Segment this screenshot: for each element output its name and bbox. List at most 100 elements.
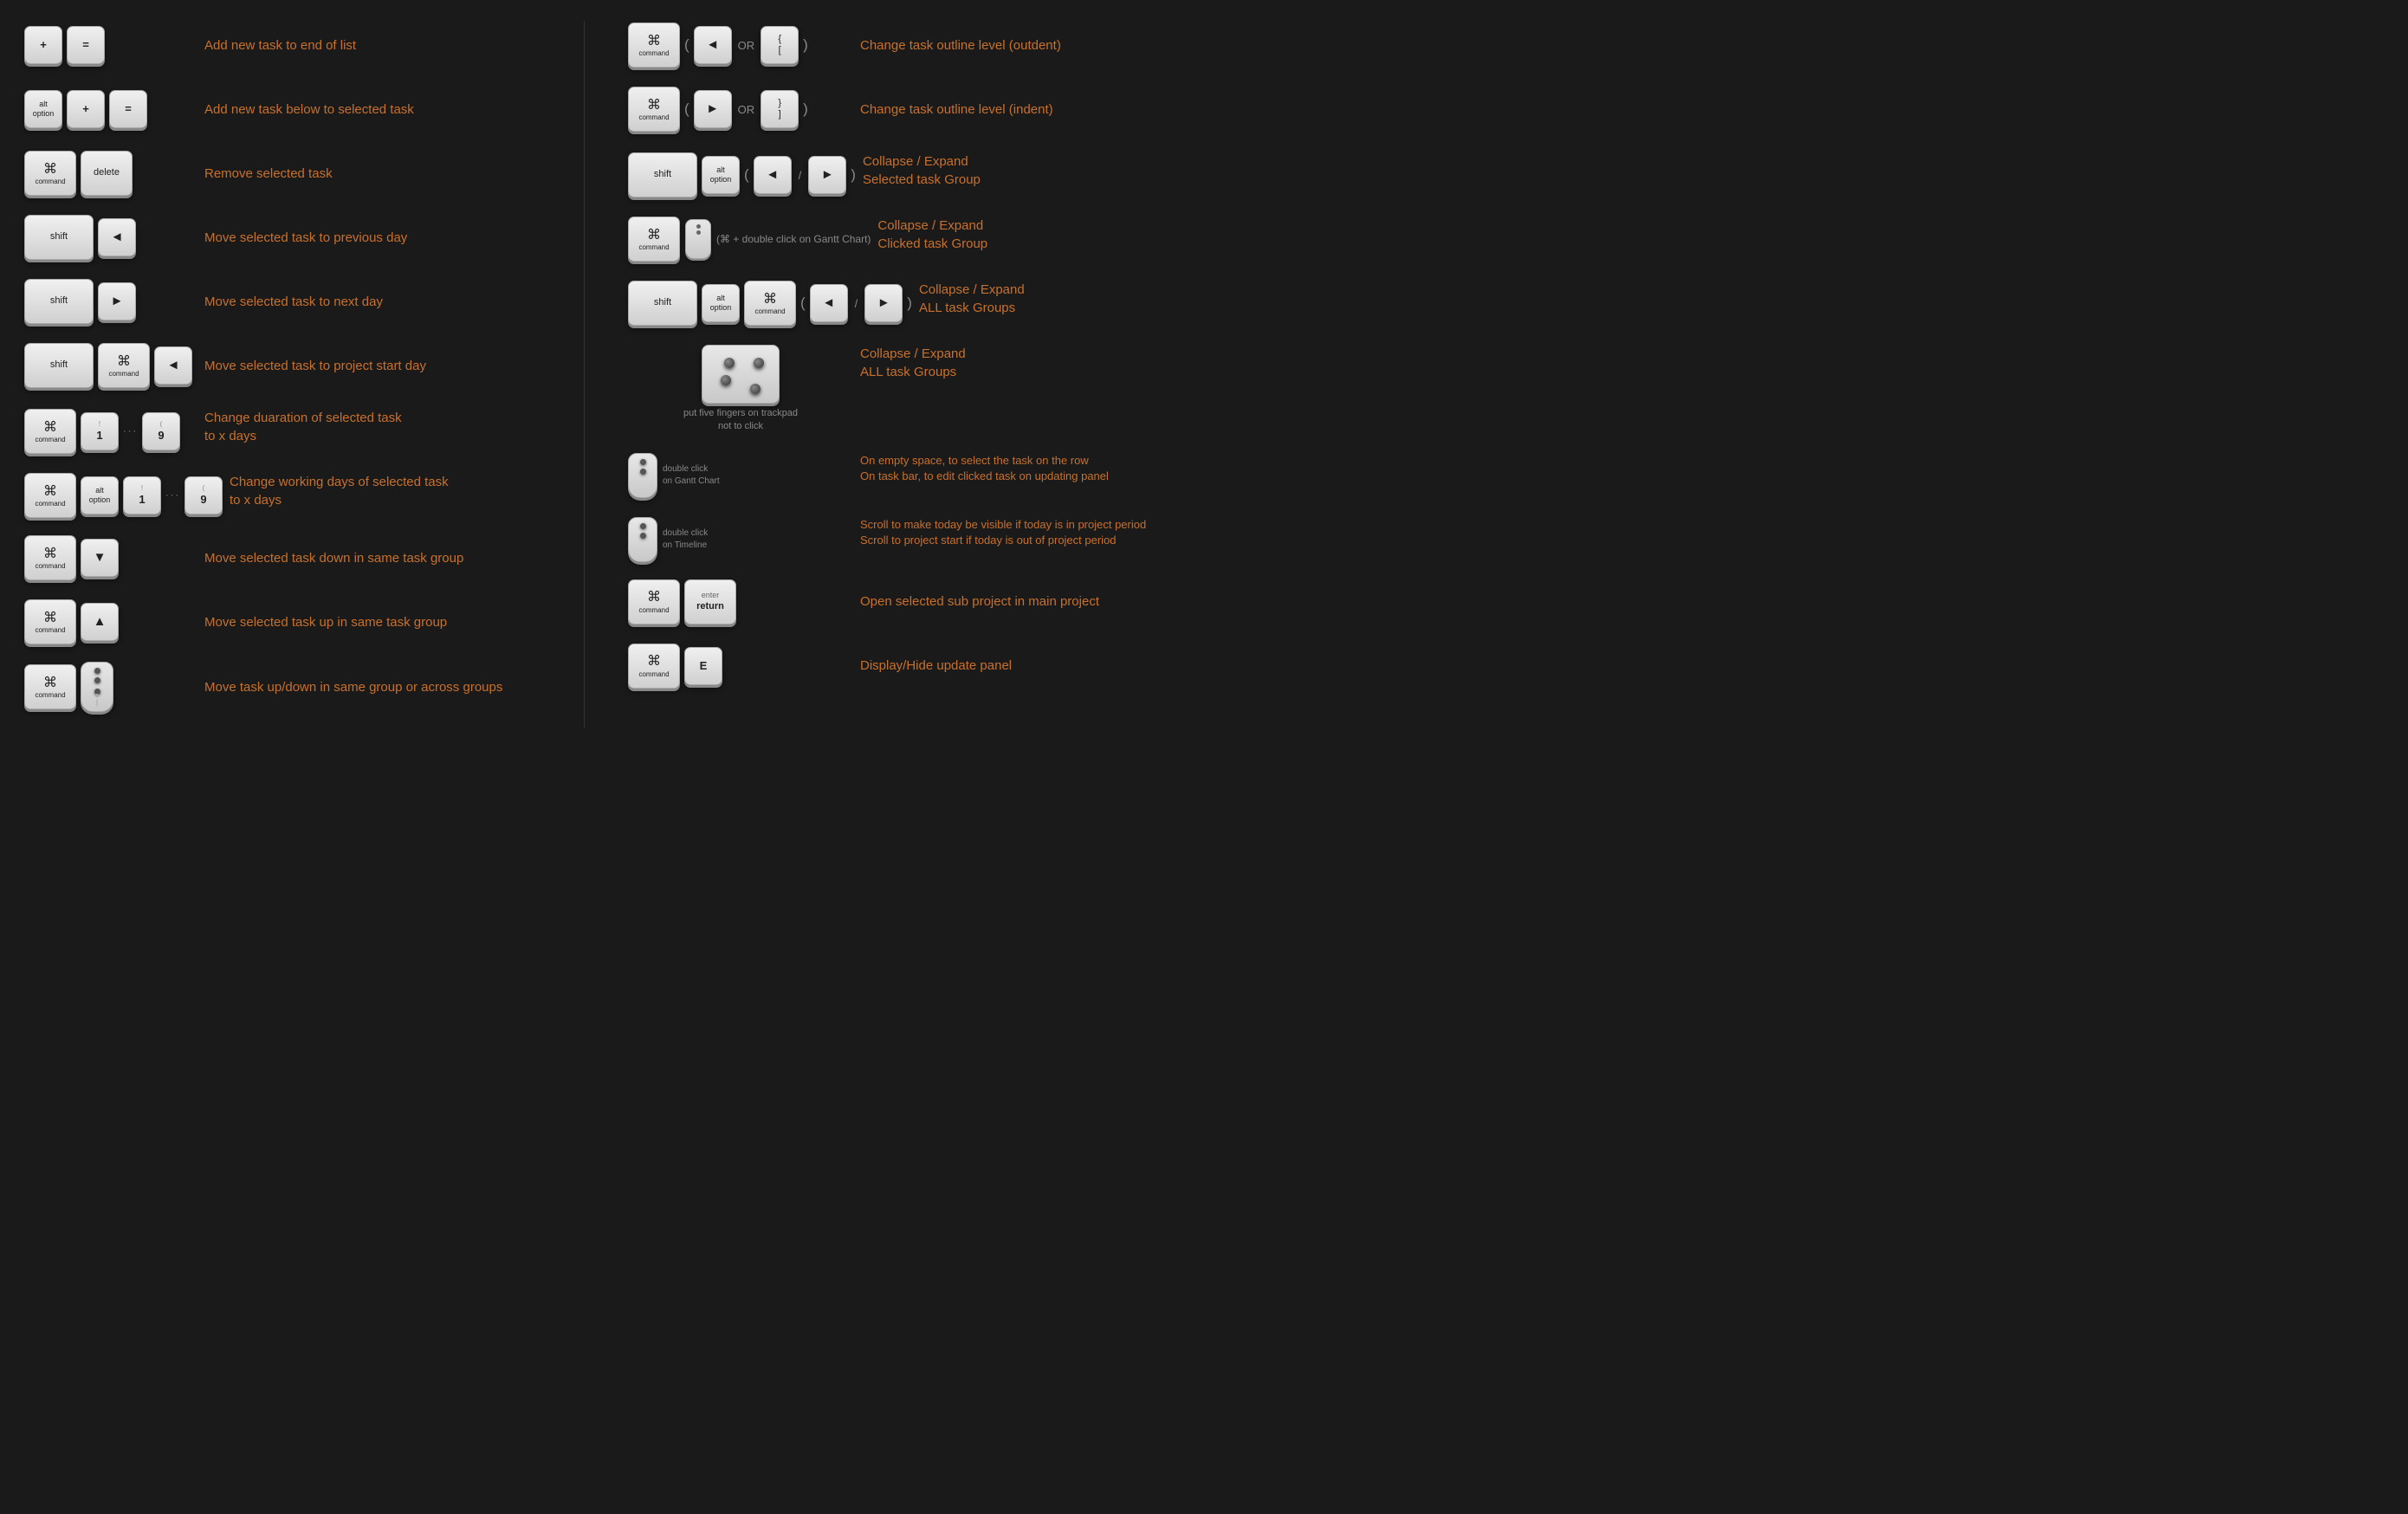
key-1-wdays: ! 1 [123,476,161,514]
key-1-dur: ! 1 [81,412,119,450]
keys-collapse-all: shift altoption ⌘ command ( ◄ / ► ) [628,281,912,326]
key-cmd-mouse: ⌘ command [24,664,76,709]
shortcut-move-up: ⌘ command ▲ Move selected task up in sam… [24,598,575,646]
dbl-timeline-label: double clickon Timeline [663,527,708,552]
trackpad-dot-2 [754,358,764,368]
shortcut-dbl-gantt: double clickon Gantt Chart On empty spac… [628,450,1180,498]
shortcut-add-below: altoption + = Add new task below to sele… [24,85,575,133]
keys-collapse-clicked: ⌘ command (⌘ + double click on Gantt Cha… [628,217,871,262]
trackpad-label: put five fingers on trackpadnot to click [683,407,798,434]
key-shift-prev: shift [24,215,94,260]
keys-dbl-gantt: double clickon Gantt Chart [628,453,853,498]
key-arrow-left-ca: ◄ [810,284,848,322]
key-alt-ca: altoption [702,284,740,322]
trackpad-icon [702,345,780,404]
key-delete: delete [81,151,133,196]
desc-trackpad: Collapse / Expand ALL task Groups [860,345,1180,381]
keys-open-sub: ⌘ command enter return [628,579,853,624]
shortcut-open-sub: ⌘ command enter return Open selected sub… [628,578,1180,626]
mouse-dot-2 [94,677,100,683]
key-cmd-panel: ⌘ command [628,644,680,689]
shortcut-outdent: ⌘ command ( ◄ OR { [ ) Change task outli… [628,21,1180,69]
key-shift-cs: shift [628,152,697,197]
key-arrow-left-cs: ◄ [754,156,792,194]
shortcut-trackpad: put five fingers on trackpadnot to click… [628,341,1180,434]
keys-move-down: ⌘ command ▼ [24,535,197,580]
key-up-arrow: ▲ [81,603,119,641]
shortcut-collapse-clicked: ⌘ command (⌘ + double click on Gantt Cha… [628,213,1180,262]
key-alt-cs: altoption [702,156,740,194]
mouse-dot-gantt-2 [696,230,701,235]
dots-wdays: ··· [165,490,180,501]
mouse-dbl-timeline [628,517,657,562]
shortcut-working-days: ⌘ command altoption ! 1 ··· ( 9 Change w… [24,469,575,518]
or-indent: OR [738,103,755,116]
key-cmd-down: ⌘ command [24,535,76,580]
desc-prev-day: Move selected task to previous day [204,229,575,247]
key-alt-option: altoption [24,90,62,128]
desc-display-panel: Display/Hide update panel [860,657,1180,675]
key-cmd-sub: ⌘ command [628,579,680,624]
shortcut-start-day: shift ⌘ command ◄ Move selected task to … [24,341,575,390]
desc-remove: Remove selected task [204,165,575,183]
desc-collapse-clicked: Collapse / Expand Clicked task Group [877,217,1180,253]
key-arrow-right-indent: ► [694,90,732,128]
keys-collapse-selected: shift altoption ( ◄ / ► ) [628,152,856,197]
key-arrow-left-outdent: ◄ [694,26,732,64]
desc-indent: Change task outline level (indent) [860,100,1180,119]
shortcut-display-panel: ⌘ command E Display/Hide update panel [628,642,1180,690]
key-arrow-right: ► [98,282,136,320]
left-section: + = Add new task to end of list altoptio… [24,21,585,728]
shortcut-collapse-selected: shift altoption ( ◄ / ► ) Collapse / Exp… [628,149,1180,197]
trackpad-dot-3 [721,375,731,385]
keys-dbl-timeline: double clickon Timeline [628,517,853,562]
desc-duration: Change duaration of selected task to x d… [204,409,575,445]
key-brace-indent: } ] [761,90,799,128]
desc-move-down: Move selected task down in same task gro… [204,549,575,567]
key-cmd-indent: ⌘ command [628,87,680,132]
trackpad-dots [724,358,757,391]
keys-display-panel: ⌘ command E [628,644,853,689]
shortcuts-layout: + = Add new task to end of list altoptio… [24,21,1180,728]
or-outdent: OR [738,39,755,52]
mouse-dbl-gantt [628,453,657,498]
trackpad-dot-1 [724,358,735,368]
keys-working-days: ⌘ command altoption ! 1 ··· ( 9 [24,473,223,518]
desc-working-days: Change working days of selected task to … [230,473,575,509]
key-9-dur: ( 9 [142,412,180,450]
keys-remove: ⌘ command delete [24,151,197,196]
key-cmd-dur: ⌘ command [24,409,76,454]
dbl-gantt-label: double clickon Gantt Chart [663,463,720,488]
key-alt-wdays: altoption [81,476,119,514]
mouse-dot-dt-2 [640,533,646,539]
mouse-icon-drag [81,662,113,712]
keys-start-day: shift ⌘ command ◄ [24,343,197,388]
keys-indent: ⌘ command ( ► OR } ] ) [628,87,853,132]
key-shift-ca: shift [628,281,697,326]
desc-open-sub: Open selected sub project in main projec… [860,592,1180,611]
key-brace-outdent: { [ [761,26,799,64]
desc-collapse-selected: Collapse / Expand Selected task Group [863,152,1180,189]
key-e-panel: E [684,647,722,685]
key-cmd-cc: ⌘ command [628,217,680,262]
key-cmd-wdays: ⌘ command [24,473,76,518]
key-arrow-left: ◄ [98,218,136,256]
shortcut-remove: ⌘ command delete Remove selected task [24,149,575,197]
key-arrow-right-ca: ► [864,284,903,322]
trackpad-dot-4 [750,384,761,394]
keys-add-end: + = [24,26,197,64]
key-equals2: = [109,90,147,128]
key-shift-start: shift [24,343,94,388]
key-cmd-start: ⌘ command [98,343,150,388]
shortcut-add-end: + = Add new task to end of list [24,21,575,69]
key-arrow-left2: ◄ [154,346,192,385]
desc-move-mouse: Move task up/down in same group or acros… [204,678,575,696]
shortcut-duration: ⌘ command ! 1 ··· ( 9 Change duaration o… [24,405,575,454]
mouse-dot-gantt-1 [696,224,701,229]
keys-move-up: ⌘ command ▲ [24,599,197,644]
mouse-gantt-small [685,219,711,259]
keys-prev-day: shift ◄ [24,215,197,260]
key-arrow-right-cs: ► [808,156,846,194]
shortcut-prev-day: shift ◄ Move selected task to previous d… [24,213,575,262]
shortcut-indent: ⌘ command ( ► OR } ] ) Change task outli… [628,85,1180,133]
